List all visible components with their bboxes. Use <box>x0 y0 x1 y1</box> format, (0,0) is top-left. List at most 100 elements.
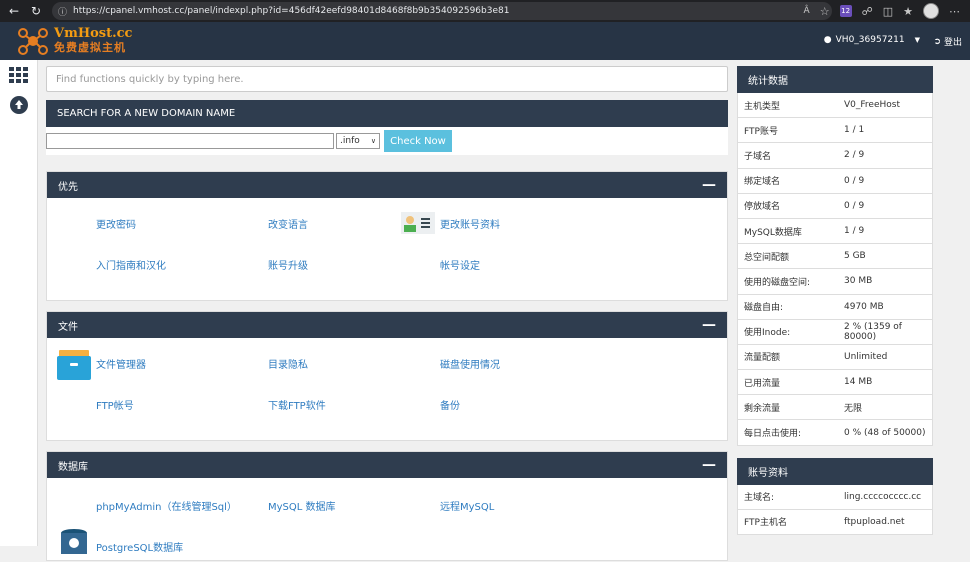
left-sidebar <box>0 60 38 546</box>
link-remote-mysql[interactable]: 远程MySQL <box>440 498 494 513</box>
info-row: 子域名 2 / 9 <box>737 143 933 169</box>
username: VH0_36957211 <box>835 35 905 45</box>
main-content: Find functions quickly by typing here. S… <box>46 66 728 561</box>
apps-grid-icon[interactable] <box>0 60 38 90</box>
info-value: 0 / 9 <box>844 200 865 211</box>
info-value: Unlimited <box>844 351 888 362</box>
info-label: 已用流量 <box>744 378 781 389</box>
info-row: 已用流量 14 MB <box>737 370 933 396</box>
link-directory-privacy[interactable]: 目录隐私 <box>268 356 308 371</box>
panel-title: 数据库 <box>58 461 88 473</box>
link-getting-started[interactable]: 入门指南和汉化 <box>96 257 166 272</box>
info-label: 每日点击使用: <box>744 429 802 440</box>
right-sidebar: 统计数据 主机类型 V0_FreeHost FTP账号 1 / 1 子域名 2 / 9 绑定… <box>737 66 933 535</box>
back-icon[interactable]: ← <box>4 1 24 21</box>
search-placeholder: Find functions quickly by typing here. <box>56 73 244 85</box>
collapse-icon[interactable]: — <box>702 177 716 193</box>
info-row: FTP主机名 ftpupload.net <box>737 509 933 535</box>
postgresql-icon <box>61 529 87 554</box>
stats-title: 统计数据 <box>737 66 933 93</box>
logout-icon: ➲ <box>933 36 941 47</box>
info-value: 无限 <box>844 403 863 414</box>
reload-icon[interactable]: ↻ <box>26 1 46 21</box>
split-screen-icon[interactable]: ◫ <box>883 5 893 18</box>
link-download-ftp-software[interactable]: 下载FTP软件 <box>268 397 326 412</box>
link-ftp-accounts[interactable]: FTP帐号 <box>96 397 134 412</box>
link-backup[interactable]: 备份 <box>440 397 460 412</box>
logout-label: 登出 <box>943 38 962 48</box>
app-header: VmHost.cc 免费虚拟主机 ● VH0_36957211 ▼ ➲ 登出 <box>0 22 970 60</box>
link-phpmyadmin[interactable]: phpMyAdmin（在线管理Sql） <box>96 498 237 513</box>
info-value: 1 / 9 <box>844 226 865 237</box>
browser-toolbar: ← ↻ ⓘ https://cpanel.vmhost.cc/panel/ind… <box>0 0 970 22</box>
info-label: 主域名: <box>744 493 775 504</box>
info-value: 2 % (1359 of 80000) <box>844 321 902 342</box>
link-mysql-databases[interactable]: MySQL 数据库 <box>268 498 336 513</box>
logo-brand: VmHost.cc <box>54 26 133 41</box>
more-menu-icon[interactable]: ⋯ <box>949 5 960 18</box>
collapse-icon[interactable]: — <box>702 317 716 333</box>
info-label: 绑定域名 <box>744 177 781 188</box>
info-row: MySQL数据库 1 / 9 <box>737 218 933 245</box>
info-label: 使用的磁盘空间: <box>744 277 811 288</box>
link-disk-usage[interactable]: 磁盘使用情况 <box>440 356 500 371</box>
info-value: V0_FreeHost <box>844 100 900 111</box>
stats-table: 主机类型 V0_FreeHost FTP账号 1 / 1 子域名 2 / 9 绑定域名 0 /… <box>737 93 933 446</box>
info-value: 2 / 9 <box>844 150 865 161</box>
info-row: 流量配额 Unlimited <box>737 344 933 371</box>
collapse-icon[interactable]: — <box>702 457 716 473</box>
domain-search-title: SEARCH FOR A NEW DOMAIN NAME <box>46 100 728 127</box>
info-row: FTP账号 1 / 1 <box>737 118 933 144</box>
account-table: 主域名: ling.ccccocccc.cc FTP主机名 ftpupload.net <box>737 484 933 535</box>
info-value: ftpupload.net <box>844 516 905 527</box>
file-manager-icon <box>57 350 91 380</box>
info-label: 使用Inode: <box>744 328 791 339</box>
info-value: 0 % (48 of 50000) <box>844 427 926 438</box>
tld-select[interactable]: .info ∨ <box>336 133 380 149</box>
info-value: 1 / 1 <box>844 125 865 136</box>
profile-avatar[interactable] <box>923 3 939 19</box>
logo-mark-icon <box>18 28 48 55</box>
link-change-language[interactable]: 改变语言 <box>268 216 308 231</box>
link-account-upgrade[interactable]: 账号升级 <box>268 257 308 272</box>
favorite-star-icon[interactable]: ☆ <box>820 5 830 18</box>
link-file-manager[interactable]: 文件管理器 <box>96 356 146 371</box>
info-label: FTP账号 <box>744 126 778 137</box>
info-label: 主机类型 <box>744 101 781 112</box>
function-search-input[interactable]: Find functions quickly by typing here. <box>46 66 728 92</box>
contact-card-icon <box>401 212 435 234</box>
logo[interactable]: VmHost.cc 免费虚拟主机 <box>14 25 132 57</box>
link-account-settings[interactable]: 帐号设定 <box>440 257 480 272</box>
read-aloud-icon[interactable]: Â <box>804 6 810 16</box>
user-icon: ● <box>823 35 832 45</box>
panel-databases: 数据库 — phpMyAdmin（在线管理Sql） MySQL 数据库 远程My… <box>46 451 728 561</box>
extension-badge[interactable]: 12 <box>839 5 852 17</box>
info-value: 14 MB <box>844 377 873 388</box>
info-label: MySQL数据库 <box>744 227 802 238</box>
info-label: 流量配额 <box>744 353 781 364</box>
info-value: 4970 MB <box>844 301 884 312</box>
favorites-icon[interactable]: ★ <box>903 5 913 18</box>
upload-icon[interactable] <box>0 90 38 120</box>
logout-button[interactable]: ➲ 登出 <box>933 35 962 49</box>
site-info-icon[interactable]: ⓘ <box>58 5 67 18</box>
info-row: 使用Inode: 2 % (1359 of 80000) <box>737 319 933 345</box>
link-change-account-info[interactable]: 更改账号资料 <box>440 216 500 231</box>
user-menu[interactable]: ● VH0_36957211 ▼ <box>824 35 920 45</box>
info-row: 每日点击使用: 0 % (48 of 50000) <box>737 420 933 446</box>
info-label: FTP主机名 <box>744 518 787 529</box>
logo-subtitle: 免费虚拟主机 <box>54 41 126 54</box>
extensions-icon[interactable]: ☍ <box>862 5 873 18</box>
info-label: 总空间配额 <box>744 252 790 263</box>
info-value: 0 / 9 <box>844 175 865 186</box>
domain-name-input[interactable] <box>46 133 334 149</box>
check-now-button[interactable]: Check Now <box>384 130 452 152</box>
page-scrollbar[interactable] <box>936 60 970 546</box>
address-bar[interactable]: ⓘ https://cpanel.vmhost.cc/panel/indexpl… <box>52 2 832 20</box>
info-label: 子域名 <box>744 151 772 162</box>
info-label: 剩余流量 <box>744 403 781 414</box>
link-postgresql[interactable]: PostgreSQL数据库 <box>96 539 183 554</box>
info-row: 使用的磁盘空间: 30 MB <box>737 269 933 295</box>
info-row: 绑定域名 0 / 9 <box>737 168 933 194</box>
link-change-password[interactable]: 更改密码 <box>96 216 136 231</box>
